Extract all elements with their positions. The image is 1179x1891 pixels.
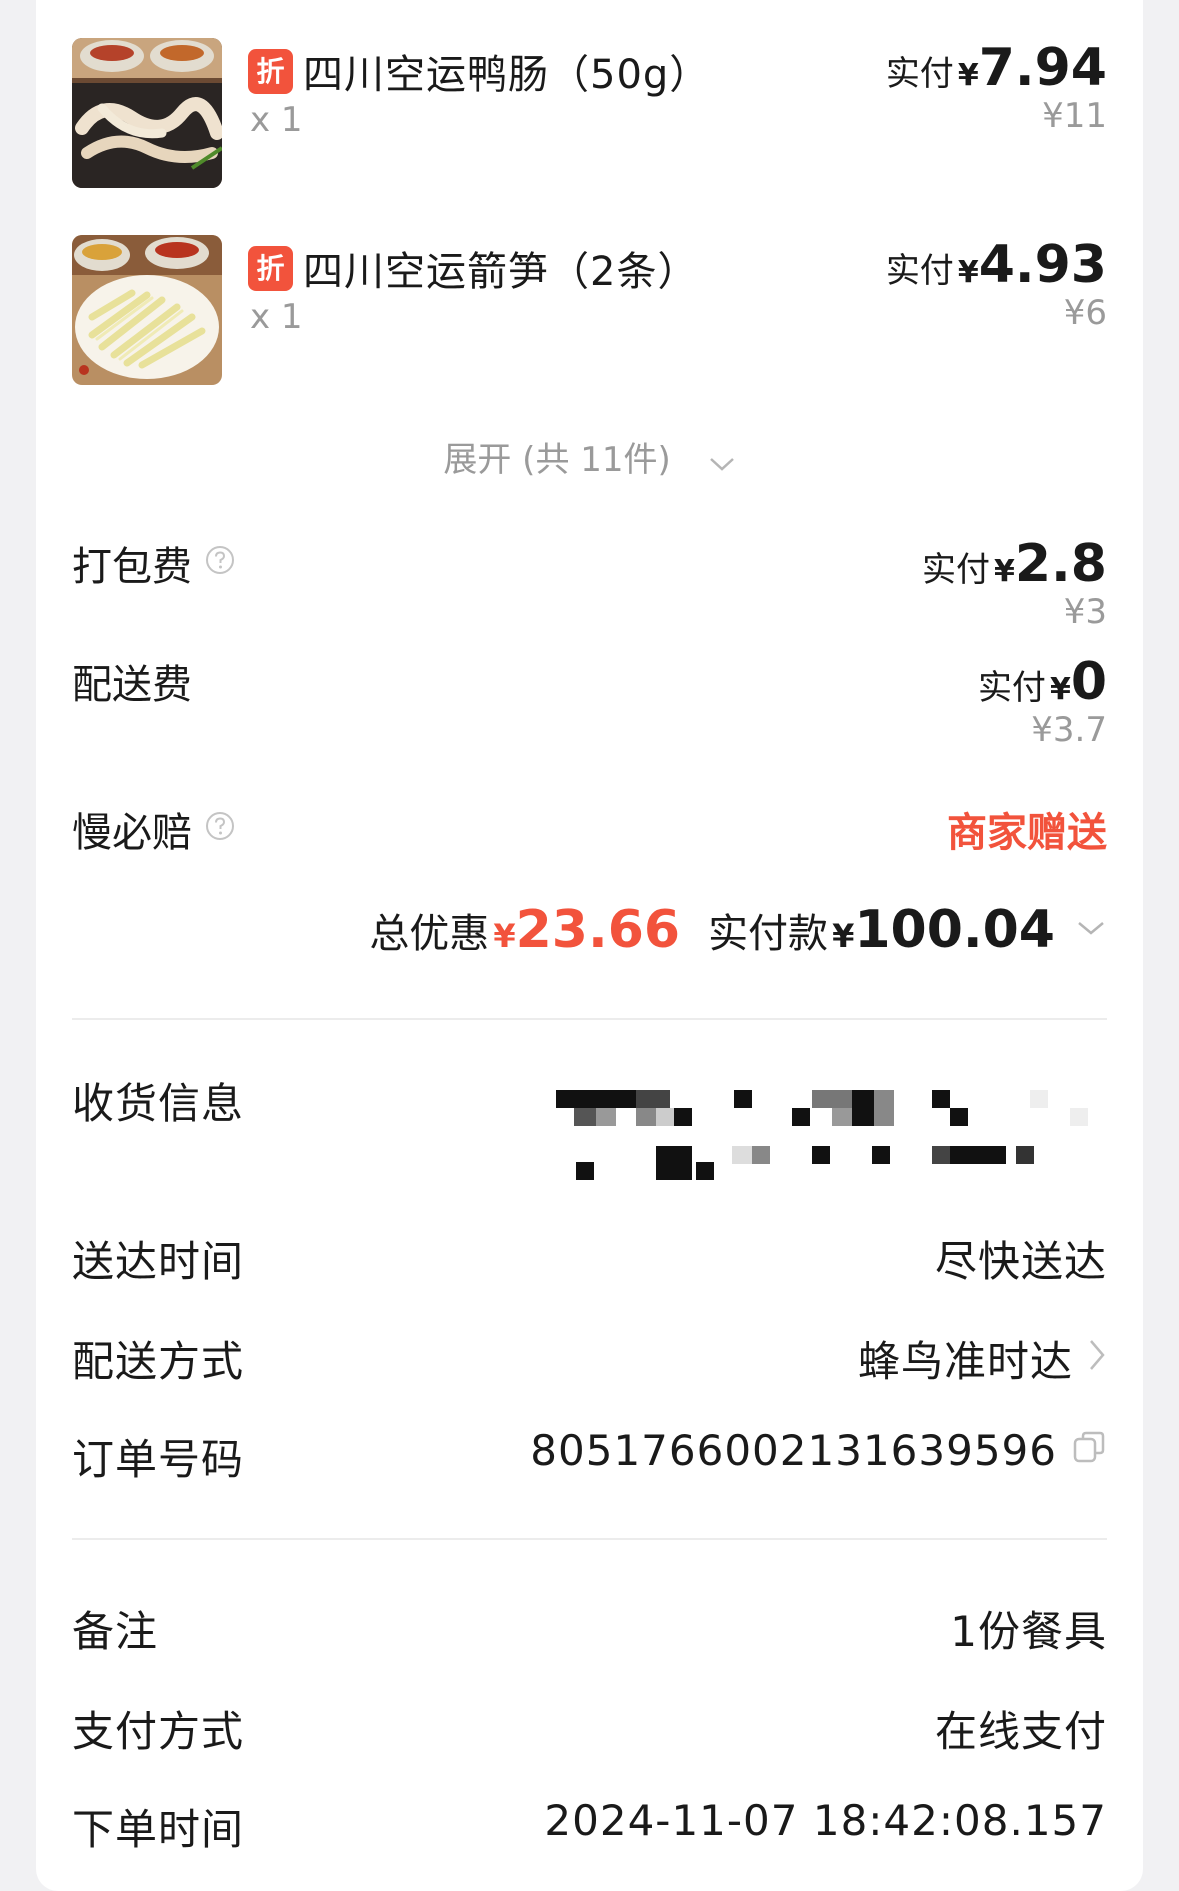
pay-value: 4.93 <box>978 235 1107 295</box>
copy-icon[interactable] <box>1071 1426 1107 1475</box>
chevron-right-icon <box>1087 1334 1107 1383</box>
delivery-method-row[interactable]: 配送方式 蜂鸟准时达 <box>72 1328 1107 1388</box>
pay-label: 实付 <box>922 550 990 590</box>
delivery-fee-price: 实付 ¥ 0 ¥3.7 <box>978 652 1107 750</box>
question-circle-icon[interactable] <box>204 806 236 852</box>
delivery-time-value: 尽快送达 <box>934 1237 1107 1286</box>
payment-method-label: 支付方式 <box>72 1707 245 1756</box>
original-price: ¥3.7 <box>1031 710 1107 750</box>
divider <box>72 1538 1107 1540</box>
pay-label: 实付 <box>977 668 1046 708</box>
remark-value: 1份餐具 <box>950 1607 1107 1656</box>
order-number-value: 8051766002131639596 <box>530 1426 1057 1475</box>
item-price: 实付 ¥ 7.94 ¥11 <box>886 38 1107 136</box>
order-item[interactable]: 折 四川空运鸭肠（50g） x 1 实付 ¥ 7.94 ¥11 <box>72 38 1107 190</box>
chevron-down-icon <box>708 442 736 482</box>
currency-symbol: ¥ <box>832 917 855 955</box>
item-title: 折 四川空运箭笋（2条） <box>248 239 698 297</box>
pay-value: 7.94 <box>978 38 1107 98</box>
item-name: 四川空运箭笋（2条） <box>303 249 699 295</box>
order-time-value: 2024-11-07 18:42:08.157 <box>544 1796 1107 1845</box>
currency-symbol: ¥ <box>957 58 979 93</box>
expand-label: 展开 (共 11件) <box>443 440 671 480</box>
discount-tag: 折 <box>248 48 293 94</box>
slow-compensation-label: 慢必赔 <box>72 810 192 856</box>
order-detail-card: 折 四川空运鸭肠（50g） x 1 实付 ¥ 7.94 ¥11 折 四川空运箭笋… <box>36 0 1143 1891</box>
item-price: 实付 ¥ 4.93 ¥6 <box>886 235 1107 333</box>
total-discount-value: 23.66 <box>515 900 681 960</box>
original-price: ¥11 <box>1042 96 1107 136</box>
delivery-method-value: 蜂鸟准时达 <box>857 1337 1073 1386</box>
packing-fee-row: 打包费 实付 ¥ 2.8 ¥3 <box>72 534 1107 634</box>
item-title: 折 四川空运鸭肠（50g） <box>248 42 710 100</box>
delivery-method-value-wrap[interactable]: 蜂鸟准时达 <box>858 1328 1107 1389</box>
original-price: ¥6 <box>1063 293 1107 333</box>
merchant-gift-label: 商家赠送 <box>947 810 1107 856</box>
payment-method-row: 支付方式 在线支付 <box>72 1698 1107 1758</box>
item-thumbnail-duck-intestine <box>72 38 222 188</box>
item-quantity: x 1 <box>250 100 303 140</box>
chevron-down-icon <box>1075 918 1107 942</box>
item-name: 四川空运鸭肠（50g） <box>303 52 711 98</box>
currency-symbol: ¥ <box>994 554 1015 589</box>
pay-value: 2.8 <box>1014 534 1107 594</box>
order-time-label: 下单时间 <box>72 1805 245 1854</box>
delivery-fee-label: 配送费 <box>72 662 192 708</box>
currency-symbol: ¥ <box>957 255 979 290</box>
pay-value: 0 <box>1070 652 1107 712</box>
question-circle-icon[interactable] <box>204 540 236 586</box>
item-quantity: x 1 <box>250 297 303 337</box>
total-paid-value: 100.04 <box>854 900 1055 960</box>
address-label: 收货信息 <box>72 1079 245 1128</box>
delivery-fee-row: 配送费 实付 ¥ 0 ¥3.7 <box>72 652 1107 752</box>
remark-label: 备注 <box>72 1607 159 1656</box>
currency-symbol: ¥ <box>1049 672 1071 707</box>
packing-fee-label: 打包费 <box>72 544 192 590</box>
delivery-method-label: 配送方式 <box>72 1337 245 1386</box>
order-summary[interactable]: 总优惠 ¥ 23.66 实付款 ¥ 100.04 <box>369 900 1107 960</box>
delivery-time-row: 送达时间 尽快送达 <box>72 1228 1107 1288</box>
address-redacted-mosaic <box>556 1090 1156 1200</box>
currency-symbol: ¥ <box>493 917 516 955</box>
order-time-row: 下单时间 2024-11-07 18:42:08.157 <box>72 1796 1107 1856</box>
payment-method-value: 在线支付 <box>934 1707 1107 1756</box>
divider <box>72 1018 1107 1020</box>
order-number-row: 订单号码 8051766002131639596 <box>72 1426 1107 1486</box>
original-price: ¥3 <box>1063 592 1107 632</box>
pay-label: 实付 <box>885 251 954 291</box>
total-paid-label: 实付款 <box>708 911 829 957</box>
order-number-value-wrap: 8051766002131639596 <box>530 1426 1107 1475</box>
order-number-label: 订单号码 <box>72 1435 245 1484</box>
order-item[interactable]: 折 四川空运箭笋（2条） x 1 实付 ¥ 4.93 ¥6 <box>72 235 1107 387</box>
remark-row: 备注 1份餐具 <box>72 1598 1107 1658</box>
expand-items-button[interactable]: 展开 (共 11件) <box>36 432 1143 482</box>
discount-tag: 折 <box>248 245 293 291</box>
slow-compensation-row: 慢必赔 商家赠送 <box>72 800 1107 860</box>
total-discount-label: 总优惠 <box>369 911 490 957</box>
delivery-time-label: 送达时间 <box>72 1237 245 1286</box>
item-thumbnail-bamboo-shoots <box>72 235 222 385</box>
pay-label: 实付 <box>885 54 954 94</box>
packing-fee-price: 实付 ¥ 2.8 ¥3 <box>922 534 1107 632</box>
